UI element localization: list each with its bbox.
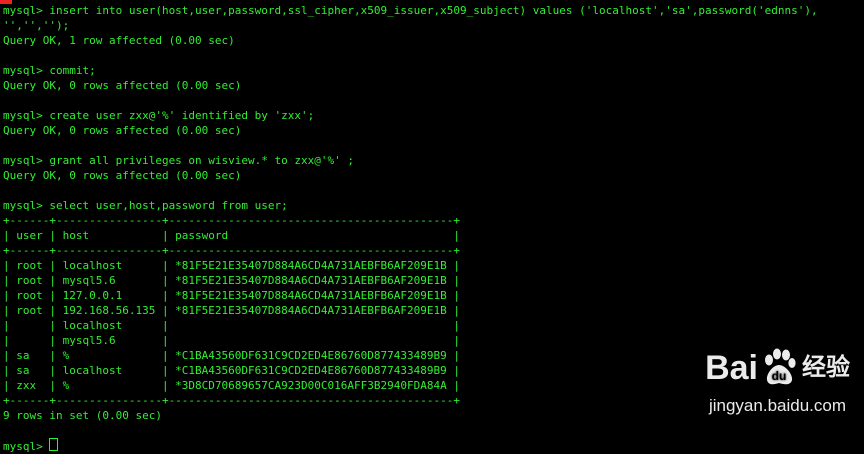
- terminal-window: { "terminal": { "lines": [ "mysql> inser…: [0, 0, 864, 453]
- watermark: Bai du 经验 jingyan.baidu.com: [640, 348, 850, 436]
- table-header: | user | host | password |: [3, 229, 460, 242]
- result-line: Query OK, 0 rows affected (0.00 sec): [3, 169, 242, 182]
- table-row: | root | 127.0.0.1 | *81F5E21E35407D884A…: [3, 289, 460, 302]
- table-row: | root | mysql5.6 | *81F5E21E35407D884A6…: [3, 274, 460, 287]
- result-line: Query OK, 0 rows affected (0.00 sec): [3, 79, 242, 92]
- command-line: mysql> insert into user(host,user,passwo…: [3, 4, 818, 17]
- brand-left: Bai: [705, 349, 758, 387]
- watermark-url: jingyan.baidu.com: [708, 396, 846, 415]
- table-row: | root | localhost | *81F5E21E35407D884A…: [3, 259, 460, 272]
- command-line: mysql> grant all privileges on wisview.*…: [3, 154, 354, 167]
- prompt-line[interactable]: mysql>: [3, 438, 863, 453]
- table-row: | root | 192.168.56.135 | *81F5E21E35407…: [3, 304, 460, 317]
- command-line: mysql> create user zxx@'%' identified by…: [3, 109, 315, 122]
- brand-cn: 经验: [802, 354, 850, 381]
- result-line: Query OK, 0 rows affected (0.00 sec): [3, 124, 242, 137]
- command-line: '','','');: [3, 19, 70, 32]
- baidu-logo: Bai du 经验: [705, 348, 850, 388]
- table-border: +------+----------------+---------------…: [3, 214, 460, 227]
- command-line: mysql> commit;: [3, 64, 96, 77]
- result-line: Query OK, 1 row affected (0.00 sec): [3, 34, 235, 47]
- table-row: | | mysql5.6 | |: [3, 334, 460, 347]
- text-cursor: [49, 438, 59, 451]
- baidu-paw-icon: du: [765, 348, 796, 385]
- table-border: +------+----------------+---------------…: [3, 244, 460, 257]
- table-row: | | localhost | |: [3, 319, 460, 332]
- command-line: mysql> select user,host,password from us…: [3, 199, 288, 212]
- svg-text:du: du: [772, 369, 787, 383]
